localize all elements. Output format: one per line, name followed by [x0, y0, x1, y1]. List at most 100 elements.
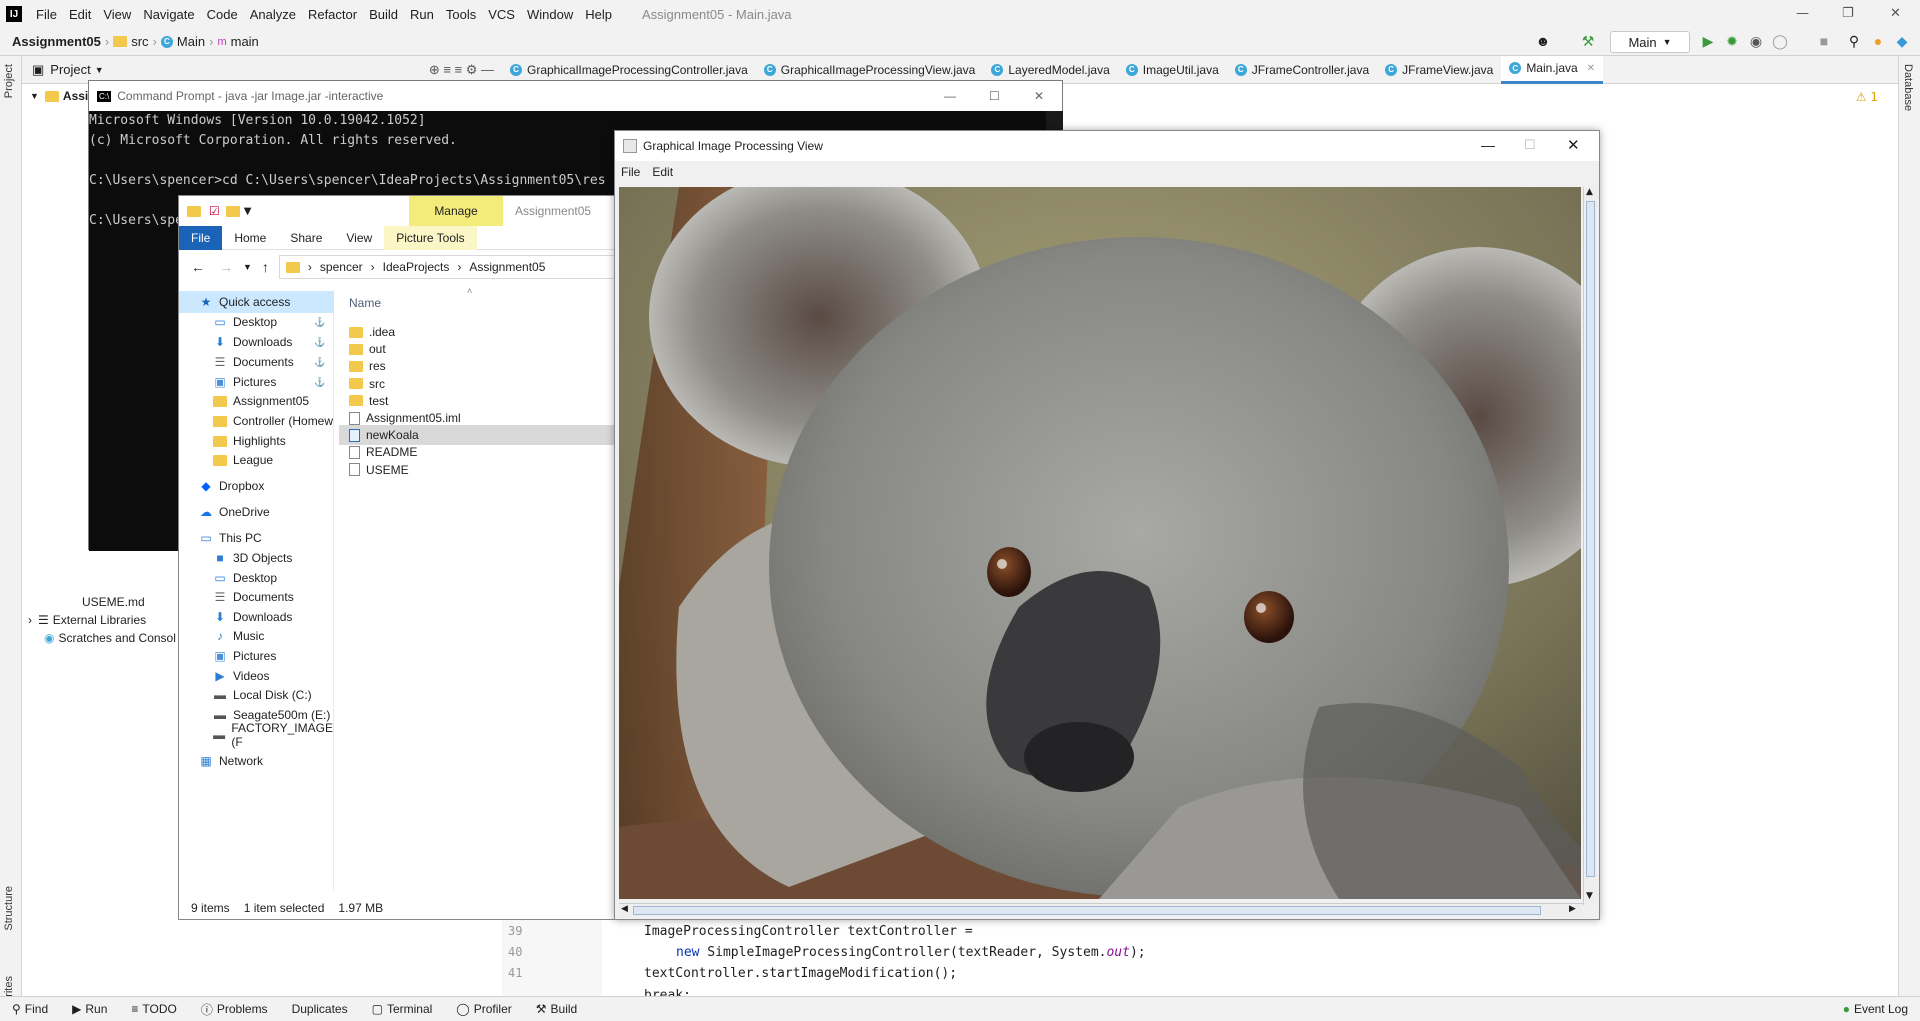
maximize-icon[interactable]: ☐ [1524, 137, 1536, 153]
plugin-icon[interactable]: ◆ [1894, 33, 1910, 49]
menu-navigate[interactable]: Navigate [137, 7, 200, 22]
close-icon[interactable]: ✕ [1890, 6, 1901, 21]
menu-build[interactable]: Build [363, 7, 404, 22]
maximize-icon[interactable]: ☐ [989, 89, 1000, 103]
warning-icon[interactable]: ⚠ 1 [1856, 90, 1878, 104]
code-line[interactable]: new SimpleImageProcessingController(text… [676, 945, 1146, 960]
explorer-titlebar[interactable]: ☑ ▼ Manage Assignment05 [179, 196, 637, 226]
menu-file[interactable]: File [30, 7, 63, 22]
tree-item-scratches[interactable]: ◉ Scratches and Consol [44, 628, 176, 648]
pin-icon[interactable]: ⚓ [314, 357, 325, 368]
nav-item-assignment05[interactable]: Assignment05 [179, 390, 334, 412]
ribbon-tab-file[interactable]: File [179, 225, 223, 250]
code-line[interactable]: break; [644, 988, 691, 996]
close-icon[interactable]: ✕ [1034, 89, 1044, 103]
profile-icon[interactable]: ◯ [1772, 33, 1788, 49]
update-icon[interactable]: ● [1870, 33, 1886, 49]
image-horizontal-scrollbar[interactable]: ◀ ▶ [619, 903, 1583, 917]
vertical-scroll-thumb[interactable] [1586, 201, 1595, 877]
checkbox-icon[interactable]: ☑ [209, 204, 220, 218]
scroll-up-arrow-icon[interactable]: ▲ [1586, 187, 1593, 197]
user-icon[interactable]: ☻ [1535, 33, 1551, 49]
horizontal-scroll-thumb[interactable] [633, 906, 1541, 915]
gip-menu-edit[interactable]: Edit [646, 165, 679, 179]
problems-tool-button[interactable]: ⓘ Problems [189, 1001, 280, 1018]
menu-code[interactable]: Code [201, 7, 244, 22]
project-panel-title[interactable]: Project [50, 62, 90, 77]
run-configuration-selector[interactable]: Main ▼ [1610, 31, 1690, 53]
panel-actions-icon[interactable]: ⊕ ≡ ≡ ⚙ — [429, 62, 494, 78]
pin-icon[interactable]: ⚓ [314, 377, 325, 388]
nav-item-3d-objects[interactable]: ■ 3D Objects [179, 547, 334, 569]
menu-analyze[interactable]: Analyze [244, 7, 302, 22]
menu-help[interactable]: Help [579, 7, 618, 22]
file-row[interactable]: USEME [339, 460, 639, 480]
project-tool-button[interactable]: Project [3, 64, 15, 98]
nav-item-factory-image-f[interactable]: ▬ FACTORY_IMAGE (F [179, 721, 334, 749]
duplicates-tool-button[interactable]: Duplicates [280, 1002, 360, 1016]
path-segment[interactable]: Assignment05 [469, 260, 545, 274]
path-segment[interactable]: IdeaProjects [383, 260, 450, 274]
run-icon[interactable]: ▶ [1700, 33, 1716, 49]
tree-item-useme[interactable]: USEME.md [82, 592, 145, 612]
search-icon[interactable]: ⚲ [1846, 33, 1862, 49]
stop-icon[interactable]: ■ [1816, 33, 1832, 49]
recent-locations-icon[interactable]: ▼ [243, 262, 252, 272]
breadcrumb-src[interactable]: src [109, 34, 152, 49]
new-folder-icon[interactable] [225, 205, 240, 217]
tab-jframe-controller[interactable]: C JFrameController.java [1227, 56, 1377, 84]
menu-run[interactable]: Run [404, 7, 440, 22]
breadcrumb-method[interactable]: m main [213, 34, 262, 49]
minimize-icon[interactable]: — [1796, 6, 1809, 21]
code-line[interactable]: ImageProcessingController textController… [644, 924, 973, 939]
nav-item-controller-homew[interactable]: Controller (Homew [179, 410, 334, 432]
scroll-right-arrow-icon[interactable]: ▶ [1569, 904, 1576, 914]
nav-item-documents[interactable]: ☰ Documents ⚓ [179, 351, 334, 373]
nav-item-this-pc[interactable]: ▭ This PC [179, 527, 334, 549]
tab-main[interactable]: C Main.java ✕ [1501, 55, 1604, 84]
command-prompt-titlebar[interactable]: C:\ Command Prompt - java -jar Image.jar… [89, 81, 1062, 111]
ribbon-tab-share[interactable]: Share [278, 226, 334, 250]
menu-edit[interactable]: Edit [63, 7, 97, 22]
ribbon-tab-view[interactable]: View [334, 226, 384, 250]
nav-item-onedrive[interactable]: ☁ OneDrive [179, 501, 334, 523]
run-tool-button[interactable]: ▶ Run [60, 1002, 119, 1016]
profiler-tool-button[interactable]: ◯ Profiler [444, 1002, 523, 1016]
tab-image-util[interactable]: C ImageUtil.java [1118, 56, 1227, 84]
back-arrow-icon[interactable]: ← [191, 259, 205, 275]
nav-item-pictures[interactable]: ▣ Pictures [179, 645, 334, 667]
chevron-down-icon[interactable]: ▼ [95, 65, 104, 75]
todo-tool-button[interactable]: ≡ TODO [119, 1002, 188, 1016]
menu-tools[interactable]: Tools [440, 7, 482, 22]
ribbon-tab-home[interactable]: Home [222, 226, 278, 250]
coverage-icon[interactable]: ◉ [1748, 33, 1764, 49]
nav-item-quick-access[interactable]: ★ Quick access [179, 291, 334, 313]
path-segment[interactable]: spencer [320, 260, 363, 274]
nav-item-league[interactable]: League [179, 449, 334, 471]
menu-refactor[interactable]: Refactor [302, 7, 363, 22]
ribbon-tab-picture-tools[interactable]: Picture Tools [384, 225, 477, 250]
menu-window[interactable]: Window [521, 7, 579, 22]
nav-item-dropbox[interactable]: ◆ Dropbox [179, 475, 334, 497]
nav-item-documents[interactable]: ☰ Documents [179, 586, 334, 608]
gip-menu-file[interactable]: File [615, 165, 646, 179]
quick-access-dropdown-icon[interactable]: ▼ [244, 206, 252, 217]
menu-view[interactable]: View [97, 7, 137, 22]
database-tool-button[interactable]: Database [1902, 64, 1914, 111]
tree-root[interactable]: ▼ Assi [30, 86, 88, 106]
minimize-icon[interactable]: — [1481, 137, 1495, 153]
image-vertical-scrollbar[interactable]: ▲ ▼ [1583, 187, 1597, 905]
manage-tab[interactable]: Manage [409, 196, 503, 226]
close-tab-icon[interactable]: ✕ [1587, 63, 1595, 74]
name-column-header[interactable]: Name ˄ [339, 286, 639, 316]
image-display-panel[interactable] [619, 187, 1581, 899]
debug-icon[interactable]: ✹ [1724, 33, 1740, 49]
nav-item-local-disk-c[interactable]: ▬ Local Disk (C:) [179, 684, 334, 706]
event-log-button[interactable]: ● Event Log [1831, 1002, 1920, 1016]
scroll-left-arrow-icon[interactable]: ◀ [621, 904, 628, 914]
build-tool-button[interactable]: ⚒ Build [524, 1002, 589, 1016]
build-hammer-icon[interactable]: ⚒ [1580, 33, 1596, 49]
structure-tool-button[interactable]: Structure [3, 886, 15, 931]
close-icon[interactable]: ✕ [1567, 136, 1580, 154]
tree-item-external-libraries[interactable]: › ☰ External Libraries [28, 610, 146, 630]
